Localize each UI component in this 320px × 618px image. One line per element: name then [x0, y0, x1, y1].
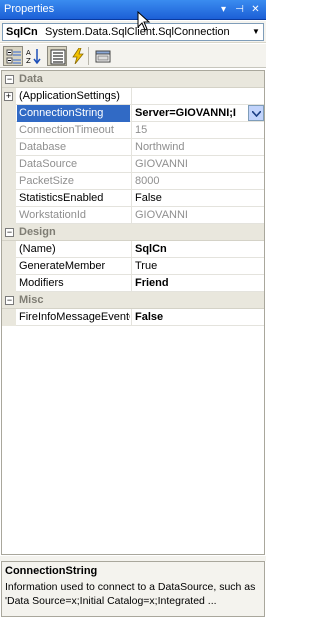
properties-titlebar: Properties ▾ ⊣ ✕	[0, 0, 266, 20]
collapse-icon[interactable]: −	[5, 75, 14, 84]
description-title: ConnectionString	[5, 565, 98, 577]
auto-hide-pin-button[interactable]: ⊣	[233, 3, 246, 16]
description-pane: ConnectionString Information used to con…	[1, 561, 265, 617]
object-name: SqlCn	[6, 26, 38, 38]
svg-text:A: A	[26, 49, 31, 57]
collapse-icon[interactable]: −	[5, 228, 14, 237]
property-row[interactable]: FireInfoMessageEventOnUserErrors False	[2, 309, 264, 326]
object-selector-dropdown[interactable]: SqlCn System.Data.SqlClient.SqlConnectio…	[2, 23, 264, 41]
value-dropdown-button[interactable]	[248, 105, 264, 121]
alphabetical-button[interactable]: A Z	[24, 46, 44, 66]
chevron-down-icon	[252, 111, 261, 117]
property-row[interactable]: PacketSize 8000	[2, 173, 264, 190]
properties-toolbar: A Z	[0, 44, 266, 68]
properties-icon	[50, 49, 66, 65]
property-row[interactable]: Database Northwind	[2, 139, 264, 156]
connection-string-value[interactable]: Server=GIOVANNI;I	[131, 105, 264, 122]
categorized-button[interactable]	[3, 46, 23, 66]
property-row[interactable]: WorkstationId GIOVANNI	[2, 207, 264, 224]
property-row[interactable]: StatisticsEnabled False	[2, 190, 264, 207]
mouse-cursor-icon	[137, 11, 151, 31]
category-design[interactable]: − Design	[2, 224, 264, 241]
property-pages-icon	[95, 50, 111, 63]
object-selector-bar: SqlCn System.Data.SqlClient.SqlConnectio…	[0, 21, 266, 43]
property-row[interactable]: DataSource GIOVANNI	[2, 156, 264, 173]
sort-alpha-icon: A Z	[26, 49, 41, 64]
events-button[interactable]	[68, 46, 88, 66]
collapse-icon[interactable]: −	[5, 296, 14, 305]
window-title: Properties	[4, 3, 55, 15]
toolbar-separator	[88, 47, 89, 65]
property-row[interactable]: GenerateMember True	[2, 258, 264, 275]
close-button[interactable]: ✕	[249, 3, 262, 16]
property-pages-button[interactable]	[93, 46, 113, 66]
category-data[interactable]: − Data	[2, 71, 264, 88]
svg-text:Z: Z	[26, 57, 31, 64]
window-menu-button[interactable]: ▾	[217, 3, 230, 16]
categorized-icon	[6, 49, 21, 64]
expand-icon[interactable]: +	[4, 92, 13, 101]
property-grid: − Data + (ApplicationSettings) Connectio…	[1, 70, 265, 555]
description-text: Information used to connect to a DataSou…	[5, 581, 256, 607]
property-row[interactable]: ConnectionTimeout 15	[2, 122, 264, 139]
lightning-icon	[72, 48, 84, 64]
property-row[interactable]: Modifiers Friend	[2, 275, 264, 292]
property-row[interactable]: + (ApplicationSettings)	[2, 88, 264, 105]
category-misc[interactable]: − Misc	[2, 292, 264, 309]
property-row[interactable]: (Name) SqlCn	[2, 241, 264, 258]
chevron-down-icon[interactable]: ▼	[249, 24, 263, 40]
properties-button[interactable]	[47, 46, 67, 66]
property-row-selected[interactable]: ConnectionString Server=GIOVANNI;I	[2, 105, 264, 122]
